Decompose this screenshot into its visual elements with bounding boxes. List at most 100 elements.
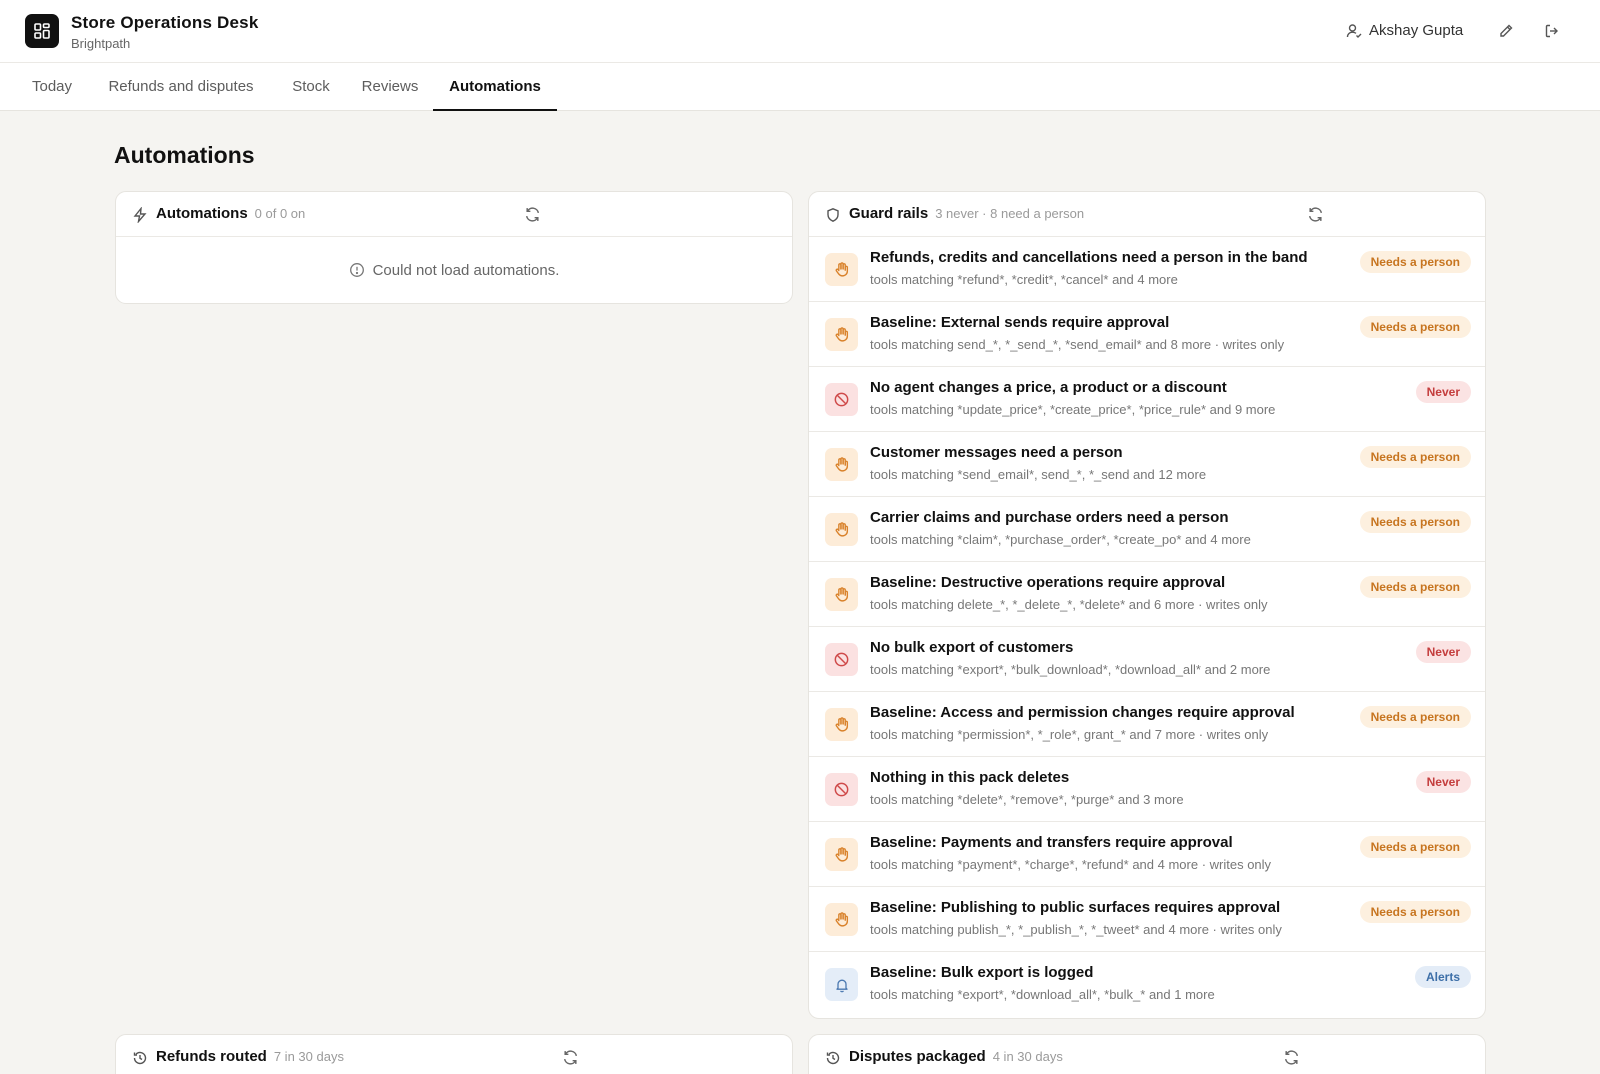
- refunds-routed-count: 7 in 30 days: [273, 1049, 344, 1064]
- guard-rail-badge: Needs a person: [1359, 316, 1471, 338]
- guard-rail-row[interactable]: Baseline: Payments and transfers require…: [809, 822, 1485, 887]
- guard-rail-title: Baseline: Bulk export is logged: [870, 964, 1094, 981]
- guard-rail-badge: Needs a person: [1359, 446, 1471, 468]
- guard-rail-description: tools matching *send_email*, send_*, *_s…: [870, 467, 1207, 482]
- logout-button[interactable]: [1542, 21, 1562, 41]
- refunds-routed-title: Refunds routed 7 in 30 days: [156, 1048, 344, 1065]
- guard-rail-description: tools matching *permission*, *_role*, gr…: [870, 727, 1269, 742]
- hand-icon: [825, 708, 858, 741]
- guard-rail-row[interactable]: Baseline: External sends require approva…: [809, 302, 1485, 367]
- shield-icon: [827, 208, 839, 222]
- refresh-icon: [563, 1050, 578, 1065]
- guard-rail-row[interactable]: Customer messages need a person tools mat…: [809, 432, 1485, 497]
- app-logo[interactable]: [25, 14, 59, 48]
- guard-rail-badge: Needs a person: [1359, 576, 1471, 598]
- guard-rail-description: tools matching *claim*, *purchase_order*…: [870, 532, 1251, 547]
- guard-rail-badge: Needs a person: [1359, 901, 1471, 923]
- tab-refunds-and-disputes[interactable]: Refunds and disputes: [95, 63, 267, 111]
- guard-rail-row[interactable]: No bulk export of customers tools matchin…: [809, 627, 1485, 692]
- guard-rail-title: Refunds, credits and cancellations need …: [870, 249, 1308, 266]
- guard-rails-title-text: Guard rails: [849, 205, 929, 222]
- disputes-packaged-count: 4 in 30 days: [992, 1049, 1063, 1064]
- guard-rail-badge: Alerts: [1414, 966, 1471, 988]
- hand-icon: [825, 448, 858, 481]
- lightning-icon: [133, 207, 147, 223]
- guard-rails-refresh-button[interactable]: [1307, 206, 1324, 223]
- guard-rail-row[interactable]: Baseline: Destructive operations require…: [809, 562, 1485, 627]
- history-icon: [826, 1051, 840, 1065]
- automations-card: Automations 0 of 0 on Could not load auto…: [115, 191, 793, 304]
- guard-rail-badge: Needs a person: [1359, 511, 1471, 533]
- history-icon: [133, 1051, 147, 1065]
- guard-rail-title: Baseline: Payments and transfers require…: [870, 834, 1233, 851]
- guard-rails-summary: 3 never · 8 need a person: [935, 206, 1085, 221]
- bell-icon: [825, 968, 858, 1001]
- guard-rail-title: Carrier claims and purchase orders need …: [870, 509, 1229, 526]
- guard-rail-title: Customer messages need a person: [870, 444, 1123, 461]
- tab-automations[interactable]: Automations: [433, 63, 557, 111]
- pencil-icon: [1500, 24, 1513, 37]
- guard-rail-badge: Never: [1415, 641, 1471, 663]
- guard-rail-row[interactable]: Baseline: Publishing to public surfaces …: [809, 887, 1485, 952]
- refunds-refresh-button[interactable]: [562, 1049, 579, 1066]
- guard-rail-badge: Needs a person: [1359, 251, 1471, 273]
- hand-icon: [825, 513, 858, 546]
- guard-rail-description: tools matching publish_*, *_publish_*, *…: [870, 922, 1282, 937]
- main-tabs: Today Refunds and disputes Stock Reviews…: [0, 63, 1600, 111]
- guard-rail-description: tools matching *export*, *download_all*,…: [870, 987, 1215, 1002]
- refresh-icon: [1284, 1050, 1299, 1065]
- automations-error-text: Could not load automations.: [372, 261, 560, 279]
- refunds-routed-title-text: Refunds routed: [156, 1048, 267, 1065]
- disputes-packaged-header: Disputes packaged 4 in 30 days: [809, 1035, 1485, 1074]
- page-title: Automations: [114, 142, 255, 168]
- guard-rail-title: Baseline: Destructive operations require…: [870, 574, 1226, 591]
- tab-today[interactable]: Today: [16, 63, 88, 111]
- guard-rail-row[interactable]: Nothing in this pack deletes tools matchi…: [809, 757, 1485, 822]
- tab-stock[interactable]: Stock: [276, 63, 346, 111]
- guard-rail-description: tools matching *payment*, *charge*, *ref…: [870, 857, 1272, 872]
- app-title: Store Operations Desk: [71, 13, 259, 32]
- guard-rail-badge: Needs a person: [1359, 836, 1471, 858]
- refresh-icon: [525, 207, 540, 222]
- guard-rail-row[interactable]: Carrier claims and purchase orders need …: [809, 497, 1485, 562]
- automations-card-header: Automations 0 of 0 on: [116, 192, 792, 237]
- guard-rail-title: Baseline: External sends require approva…: [870, 314, 1170, 331]
- hand-icon: [825, 253, 858, 286]
- top-bar: Store Operations Desk Brightpath Akshay …: [0, 0, 1600, 63]
- user-name: Akshay Gupta: [1369, 22, 1464, 39]
- guard-rail-title: Baseline: Publishing to public surfaces …: [870, 899, 1281, 916]
- guard-rail-row[interactable]: Baseline: Access and permission changes …: [809, 692, 1485, 757]
- guard-rails-card-title: Guard rails 3 never · 8 need a person: [849, 205, 1084, 222]
- hand-icon: [825, 578, 858, 611]
- guard-rail-row[interactable]: Baseline: Bulk export is logged tools mat…: [809, 952, 1485, 1017]
- refunds-routed-header: Refunds routed 7 in 30 days: [116, 1035, 792, 1074]
- guard-rail-title: Baseline: Access and permission changes …: [870, 704, 1295, 721]
- guard-rail-badge: Never: [1415, 771, 1471, 793]
- disputes-refresh-button[interactable]: [1283, 1049, 1300, 1066]
- user-menu[interactable]: Akshay Gupta: [1346, 22, 1463, 39]
- guard-rails-card: Guard rails 3 never · 8 need a person Ref…: [808, 191, 1486, 1019]
- guard-rail-title: No agent changes a price, a product or a…: [870, 379, 1227, 396]
- guard-rail-description: tools matching *export*, *bulk_download*…: [870, 662, 1271, 677]
- disputes-packaged-card: Disputes packaged 4 in 30 days: [808, 1034, 1486, 1074]
- org-name: Brightpath: [71, 36, 131, 51]
- refresh-icon: [1308, 207, 1323, 222]
- disputes-packaged-title: Disputes packaged 4 in 30 days: [849, 1048, 1063, 1065]
- automations-error: Could not load automations.: [116, 237, 792, 303]
- user-icon: [1346, 23, 1362, 38]
- ban-icon: [825, 383, 858, 416]
- guard-rails-card-header: Guard rails 3 never · 8 need a person: [809, 192, 1485, 237]
- tab-reviews[interactable]: Reviews: [352, 63, 428, 111]
- guard-rail-row[interactable]: No agent changes a price, a product or a…: [809, 367, 1485, 432]
- hand-icon: [825, 903, 858, 936]
- edit-button[interactable]: [1496, 21, 1516, 41]
- guard-rail-title: No bulk export of customers: [870, 639, 1074, 656]
- refunds-routed-card: Refunds routed 7 in 30 days: [115, 1034, 793, 1074]
- guard-rail-badge: Needs a person: [1359, 706, 1471, 728]
- guard-rail-description: tools matching delete_*, *_delete_*, *de…: [870, 597, 1268, 612]
- automations-refresh-button[interactable]: [524, 206, 541, 223]
- hand-icon: [825, 318, 858, 351]
- dashboard-grid-icon: [34, 23, 50, 39]
- guard-rail-row[interactable]: Refunds, credits and cancellations need …: [809, 237, 1485, 302]
- hand-icon: [825, 838, 858, 871]
